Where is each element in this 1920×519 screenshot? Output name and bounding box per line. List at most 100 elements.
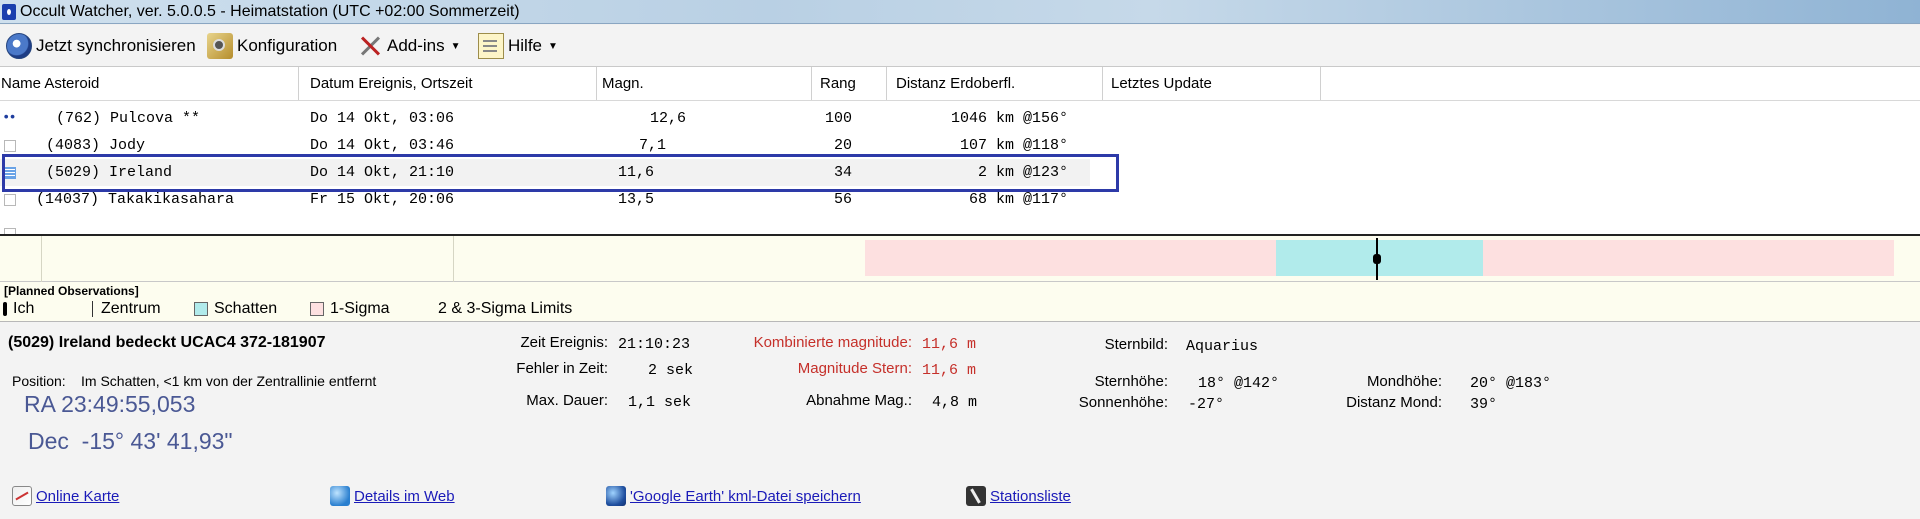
row-distanz: 1046 km @156°	[950, 110, 1068, 127]
column-separator[interactable]	[886, 67, 887, 101]
row-distanz: 68 km @117°	[968, 191, 1068, 208]
list-header: Name Asteroid Datum Ereignis, Ortszeit M…	[0, 67, 1920, 101]
table-row-partial[interactable]	[0, 226, 1920, 234]
chevron-down-icon: ▼	[548, 40, 558, 52]
sonnenhoehe-value: -27°	[1188, 396, 1225, 413]
zeit-value: 21:10:23	[618, 336, 691, 353]
shadow-timeline[interactable]	[0, 236, 1920, 282]
fehler-label: Fehler in Zeit:	[516, 360, 608, 377]
row-magn: 7,1	[638, 137, 666, 154]
abnahme-label: Abnahme Mag.:	[806, 392, 912, 409]
link-label: Details im Web	[354, 487, 455, 505]
legend-title: [Planned Observations]	[4, 284, 139, 298]
table-row[interactable]: (14037) Takakikasahara Fr 15 Okt, 20:06 …	[0, 186, 1920, 213]
row-distanz: 2 km @123°	[977, 164, 1068, 181]
addins-menu[interactable]: Add-ins ▼	[357, 32, 461, 60]
event-details: (5029) Ireland bedeckt UCAC4 372-181907 …	[0, 322, 1920, 519]
link-label: Stationsliste	[990, 487, 1071, 505]
timeline-gridline	[453, 236, 454, 282]
sternhoehe-label: Sternhöhe:	[1094, 373, 1168, 390]
abnahme-value: 4,8 m	[932, 394, 978, 411]
row-checkbox[interactable]	[4, 167, 16, 179]
column-header-magn[interactable]: Magn.	[601, 73, 644, 95]
row-date: Do 14 Okt, 03:46	[310, 137, 455, 154]
station-icon	[966, 486, 986, 506]
legend-label: Zentrum	[101, 300, 161, 317]
row-rang: 100	[824, 110, 852, 127]
row-rang: 34	[833, 164, 852, 181]
sternbild-label: Sternbild:	[1104, 336, 1168, 353]
title-bar: Occult Watcher, ver. 5.0.0.5 - Heimatsta…	[0, 0, 1920, 24]
legend-item-me: Ich	[3, 300, 34, 318]
column-separator[interactable]	[298, 67, 299, 101]
help-menu[interactable]: Hilfe ▼	[478, 32, 558, 60]
centerline-icon	[92, 301, 93, 317]
column-header-date[interactable]: Datum Ereignis, Ortszeit	[309, 73, 473, 95]
right-ascension: RA 23:49:55,053	[24, 391, 196, 417]
legend-label: 1-Sigma	[330, 300, 390, 317]
header-divider	[0, 100, 1920, 101]
station-list-link[interactable]: Stationsliste	[966, 486, 1071, 506]
legend-item-shadow: Schatten	[194, 300, 277, 318]
map-icon	[12, 486, 32, 506]
sigma-band-right	[1483, 240, 1894, 276]
column-separator[interactable]	[811, 67, 812, 101]
column-separator[interactable]	[1320, 67, 1321, 101]
legend-label: Ich	[13, 300, 35, 317]
legend-label: Schatten	[214, 300, 278, 317]
table-row[interactable]: •• (762) Pulcova ** Do 14 Okt, 03:06 12,…	[0, 105, 1920, 132]
sonnenhoehe-label: Sonnenhöhe:	[1078, 394, 1168, 411]
legend: [Planned Observations] Ich Zentrum Schat…	[0, 282, 1920, 322]
row-checkbox[interactable]	[4, 194, 16, 206]
table-row-selected[interactable]: (5029) Ireland Do 14 Okt, 21:10 11,6 34 …	[0, 159, 1090, 186]
dauer-value: 1,1 sek	[628, 394, 692, 411]
row-rang: 20	[833, 137, 852, 154]
magstern-value: 11,6 m	[922, 362, 977, 379]
link-label: 'Google Earth' kml-Datei speichern	[630, 487, 861, 505]
sternhoehe-value: 18° @142°	[1198, 375, 1280, 392]
kombi-label: Kombinierte magnitude:	[753, 334, 912, 351]
row-magn: 11,6	[617, 164, 654, 181]
web-icon	[330, 486, 350, 506]
event-heading: (5029) Ireland bedeckt UCAC4 372-181907	[8, 334, 326, 351]
position-text: Im Schatten, <1 km von der Zentrallinie …	[81, 373, 377, 389]
toolbar: Jetzt synchronisieren Konfiguration Add-…	[0, 25, 1920, 67]
column-separator[interactable]	[596, 67, 597, 101]
table-row[interactable]: (4083) Jody Do 14 Okt, 03:46 7,1 20 107 …	[0, 132, 1920, 159]
mondhoehe-label: Mondhöhe:	[1366, 373, 1442, 390]
magstern-label: Magnitude Stern:	[797, 360, 912, 377]
row-checkbox[interactable]	[4, 228, 16, 234]
row-distanz: 107 km @118°	[959, 137, 1068, 154]
position-label: Position:	[12, 373, 66, 389]
column-header-distanz[interactable]: Distanz Erdoberfl.	[895, 73, 1015, 95]
config-label: Konfiguration	[237, 36, 338, 55]
column-header-name[interactable]: Name Asteroid	[0, 73, 99, 95]
row-name: (762) Pulcova **	[56, 110, 201, 127]
observer-marker[interactable]	[1373, 238, 1381, 280]
online-map-link[interactable]: Online Karte	[12, 486, 119, 506]
row-checkbox[interactable]	[4, 140, 16, 152]
web-details-link[interactable]: Details im Web	[330, 486, 455, 506]
help-icon	[478, 33, 504, 59]
chevron-down-icon: ▼	[450, 40, 461, 52]
column-header-update[interactable]: Letztes Update	[1110, 73, 1212, 95]
distmond-label: Distanz Mond:	[1346, 394, 1442, 411]
sigma-band-left	[865, 240, 1276, 276]
sync-label: Jetzt synchronisieren	[36, 36, 196, 55]
sync-button[interactable]: Jetzt synchronisieren	[6, 32, 196, 60]
config-button[interactable]: Konfiguration	[207, 32, 337, 60]
help-label: Hilfe	[508, 36, 543, 55]
row-date: Fr 15 Okt, 20:06	[310, 191, 455, 208]
fehler-value: 2 sek	[648, 362, 694, 379]
link-label: Online Karte	[36, 487, 120, 505]
zeit-label: Zeit Ereignis:	[520, 334, 608, 351]
google-earth-link[interactable]: 'Google Earth' kml-Datei speichern	[606, 486, 861, 506]
legend-item-center: Zentrum	[92, 300, 161, 318]
row-date: Do 14 Okt, 21:10	[310, 164, 455, 181]
column-header-rang[interactable]: Rang	[819, 73, 856, 95]
column-separator[interactable]	[1102, 67, 1103, 101]
row-name: (14037) Takakikasahara	[36, 191, 235, 208]
legend-label: 2 & 3-Sigma Limits	[438, 300, 573, 317]
app-icon	[2, 4, 16, 20]
declination: Dec -15° 43' 41,93"	[28, 428, 233, 454]
